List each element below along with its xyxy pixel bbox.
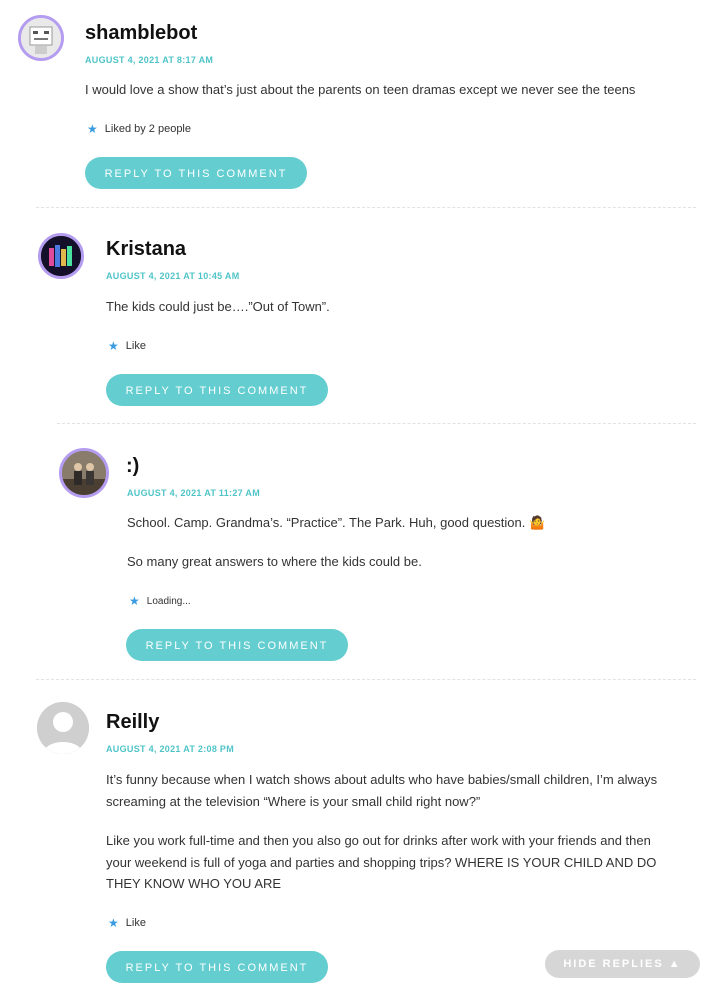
avatar[interactable] bbox=[59, 448, 109, 498]
comment-divider bbox=[57, 423, 696, 424]
robot-avatar-icon bbox=[21, 18, 61, 58]
comment-author[interactable]: Reilly bbox=[106, 711, 159, 734]
comment-text: your weekend is full of yoga and parties… bbox=[106, 855, 657, 870]
reply-button[interactable]: REPLY TO THIS COMMENT bbox=[106, 951, 328, 983]
like-button[interactable]: ★ Like bbox=[108, 916, 146, 930]
comment-text: screaming at the television “Where is yo… bbox=[106, 794, 481, 809]
like-label: Like bbox=[125, 340, 146, 352]
comment-author[interactable]: :) bbox=[126, 455, 139, 478]
comment-date[interactable]: AUGUST 4, 2021 AT 10:45 AM bbox=[106, 271, 240, 281]
like-status[interactable]: ★ Liked by 2 people bbox=[87, 122, 191, 136]
like-label: Loading... bbox=[146, 595, 191, 607]
comment-text: School. Camp. Grandma’s. “Practice”. The… bbox=[127, 515, 546, 530]
star-icon: ★ bbox=[108, 916, 119, 930]
comment-divider bbox=[36, 207, 696, 208]
comment-text: THEY KNOW WHO YOU ARE bbox=[106, 876, 282, 891]
comment-text: The kids could just be….”Out of Town”. bbox=[106, 299, 330, 314]
comment-date[interactable]: AUGUST 4, 2021 AT 2:08 PM bbox=[106, 744, 234, 754]
avatar[interactable] bbox=[37, 702, 89, 754]
photo-avatar-icon bbox=[62, 451, 106, 495]
comment-author[interactable]: shamblebot bbox=[85, 22, 197, 45]
reply-button[interactable]: REPLY TO THIS COMMENT bbox=[85, 157, 307, 189]
avatar[interactable] bbox=[18, 15, 64, 61]
reply-button[interactable]: REPLY TO THIS COMMENT bbox=[126, 629, 348, 661]
colorful-avatar-icon bbox=[41, 236, 81, 276]
star-icon: ★ bbox=[87, 122, 98, 136]
hide-replies-button[interactable]: HIDE REPLIES ▲ bbox=[545, 950, 700, 978]
like-button[interactable]: ★ Like bbox=[108, 339, 146, 353]
star-icon: ★ bbox=[129, 594, 140, 608]
comment-text: So many great answers to where the kids … bbox=[127, 554, 422, 569]
star-icon: ★ bbox=[108, 339, 119, 353]
comment-date[interactable]: AUGUST 4, 2021 AT 11:27 AM bbox=[127, 488, 260, 498]
comment-text: It’s funny because when I watch shows ab… bbox=[106, 772, 658, 787]
comment-text: I would love a show that’s just about th… bbox=[85, 82, 636, 97]
default-user-icon bbox=[37, 702, 89, 754]
avatar[interactable] bbox=[38, 233, 84, 279]
like-status[interactable]: ★ Loading... bbox=[129, 594, 191, 608]
comment-divider bbox=[36, 679, 696, 680]
comment-date[interactable]: AUGUST 4, 2021 AT 8:17 AM bbox=[85, 55, 213, 65]
like-label: Liked by 2 people bbox=[104, 123, 191, 135]
reply-button[interactable]: REPLY TO THIS COMMENT bbox=[106, 374, 328, 406]
comment-text: Like you work full-time and then you als… bbox=[106, 833, 651, 848]
comment-author[interactable]: Kristana bbox=[106, 238, 186, 261]
like-label: Like bbox=[125, 917, 146, 929]
